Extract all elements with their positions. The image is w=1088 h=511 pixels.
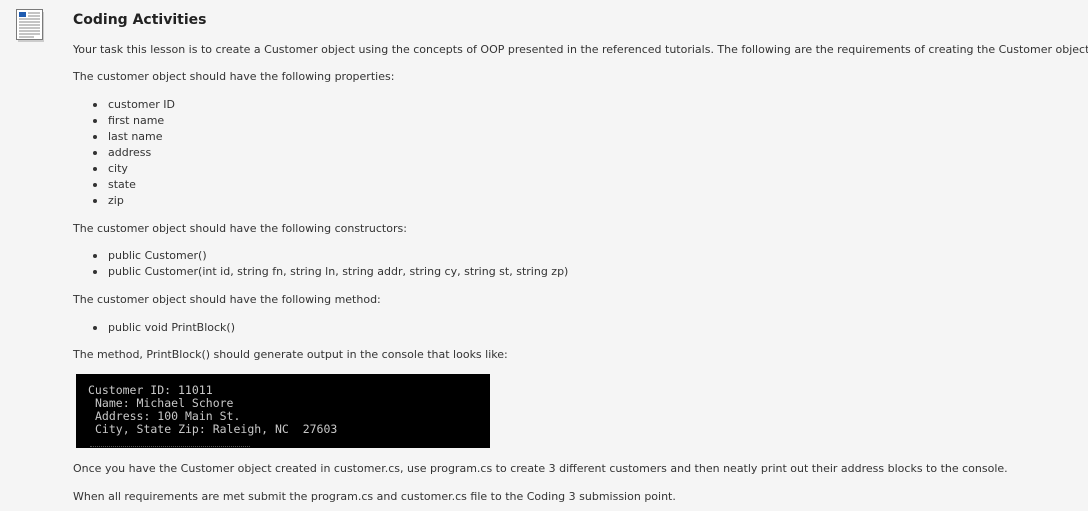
instructions-text: Once you have the Customer object create… <box>73 462 1008 475</box>
list-item: public Customer() <box>92 248 568 264</box>
document-icon <box>16 9 44 42</box>
console-output-image: Customer ID: 11011 Name: Michael Schore … <box>76 374 490 448</box>
constructors-heading: The customer object should have the foll… <box>73 222 407 235</box>
list-item: state <box>92 177 175 193</box>
constructors-list: public Customer() public Customer(int id… <box>73 248 568 280</box>
properties-list: customer ID first name last name address… <box>73 97 175 209</box>
output-heading: The method, PrintBlock() should generate… <box>73 348 508 361</box>
properties-heading: The customer object should have the foll… <box>73 70 395 83</box>
method-heading: The customer object should have the foll… <box>73 293 381 306</box>
list-item: address <box>92 145 175 161</box>
list-item: public void PrintBlock() <box>92 321 236 334</box>
list-item: customer ID <box>92 98 176 111</box>
list-item: last name <box>92 129 175 145</box>
console-line: City, State Zip: Raleigh, NC 27603 <box>95 422 338 436</box>
activity-title: Coding Activities <box>73 12 207 28</box>
list-item: first name <box>92 113 175 129</box>
list-item: public Customer(int id, string fn, strin… <box>92 265 569 278</box>
intro-text: Your task this lesson is to create a Cus… <box>73 43 1088 56</box>
submission-text: When all requirements are met submit the… <box>73 490 676 503</box>
list-item: zip <box>92 193 175 209</box>
list-item: city <box>92 161 175 177</box>
methods-list: public void PrintBlock() <box>73 320 235 336</box>
